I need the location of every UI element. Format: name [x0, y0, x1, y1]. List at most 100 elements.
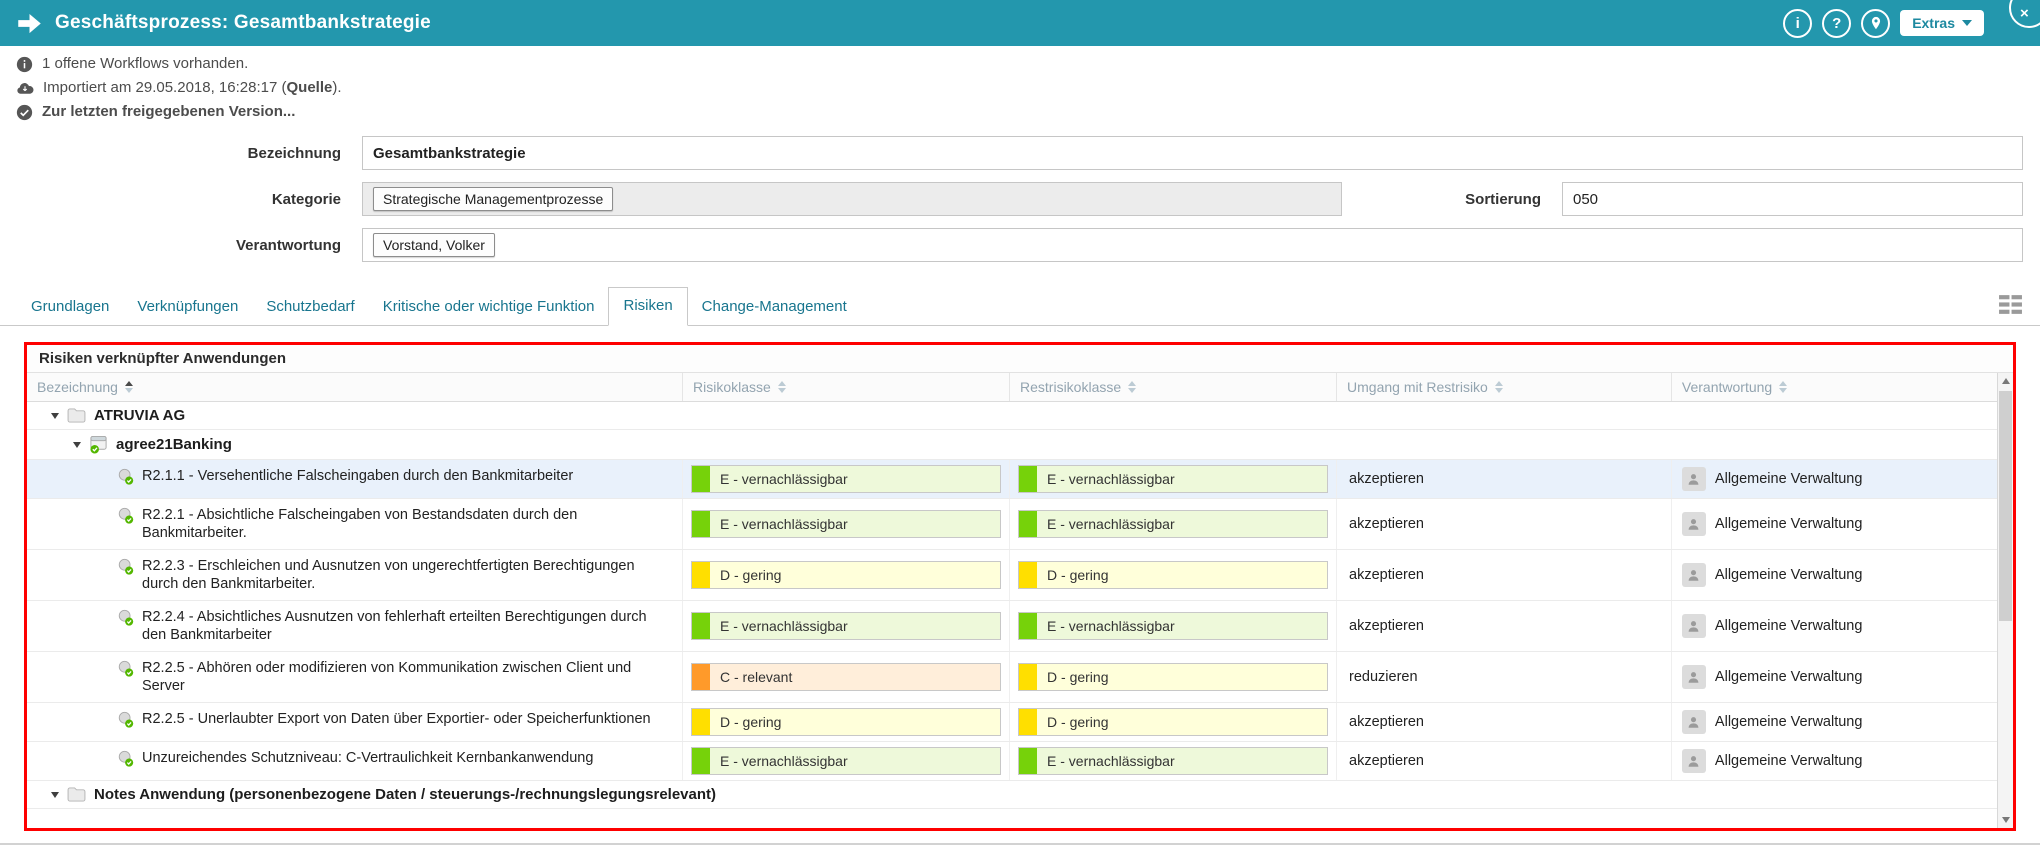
sortierung-value: 050: [1573, 191, 1598, 208]
sort-icons[interactable]: [125, 381, 133, 393]
risk-name-cell: R2.1.1 - Versehentliche Falscheingaben d…: [27, 460, 683, 498]
person-icon: [1682, 614, 1706, 638]
close-button[interactable]: ×: [2009, 0, 2040, 28]
risk-class-chip: C - relevant: [691, 663, 1001, 691]
kategorie-tag[interactable]: Strategische Managementprozesse: [373, 187, 613, 211]
tab-verknuepfungen[interactable]: Verknüpfungen: [123, 289, 252, 325]
residual-class-swatch: [1019, 748, 1037, 774]
collapse-caret-icon[interactable]: [73, 442, 81, 448]
sort-icons[interactable]: [1779, 381, 1787, 393]
kategorie-field[interactable]: Strategische Managementprozesse: [362, 182, 1342, 216]
risk-class-label: E - vernachlässigbar: [710, 618, 848, 634]
tree-group-row[interactable]: ATRUVIA AG: [27, 402, 1997, 430]
handling-cell: akzeptieren: [1337, 460, 1672, 498]
residual-class-cell: E - vernachlässigbar: [1010, 460, 1337, 498]
handling-cell: akzeptieren: [1337, 499, 1672, 549]
import-source-link[interactable]: Quelle: [286, 79, 332, 96]
residual-class-chip: D - gering: [1018, 663, 1328, 691]
sort-icons[interactable]: [1495, 381, 1503, 393]
risk-class-cell: E - vernachlässigbar: [683, 742, 1010, 780]
column-label: Risikoklasse: [693, 379, 771, 395]
residual-class-label: E - vernachlässigbar: [1037, 618, 1175, 634]
residual-class-chip: E - vernachlässigbar: [1018, 747, 1328, 775]
scroll-down-button[interactable]: [1998, 812, 2013, 828]
risk-row[interactable]: R2.2.4 - Absichtliches Ausnutzen von feh…: [27, 601, 1997, 652]
risk-row[interactable]: Unzureichendes Schutzniveau: C-Vertrauli…: [27, 742, 1997, 781]
risk-class-cell: E - vernachlässigbar: [683, 499, 1010, 549]
risk-class-swatch: [692, 664, 710, 690]
import-cloud-icon: [16, 81, 34, 96]
risk-class-chip: E - vernachlässigbar: [691, 747, 1001, 775]
person-icon: [1682, 710, 1706, 734]
verantwortung-tag[interactable]: Vorstand, Volker: [373, 233, 495, 257]
scrollbar-thumb[interactable]: [1999, 391, 2012, 621]
tab-risiken[interactable]: Risiken: [608, 287, 687, 326]
residual-class-swatch: [1019, 562, 1037, 588]
tab-schutzbedarf[interactable]: Schutzbedarf: [252, 289, 368, 325]
responsible-cell: Allgemeine Verwaltung: [1672, 652, 1997, 702]
risk-row[interactable]: R2.2.5 - Abhören oder modifizieren von K…: [27, 652, 1997, 703]
workflow-notice-text: 1 offene Workflows vorhanden.: [42, 54, 248, 74]
hint-pin-button[interactable]: [1861, 9, 1890, 38]
column-header-bezeichnung[interactable]: Bezeichnung: [27, 373, 683, 401]
handling-cell: reduzieren: [1337, 652, 1672, 702]
check-circle-icon: [16, 104, 33, 121]
risk-table-header: Bezeichnung Risikoklasse Restrisikoklass…: [27, 373, 1997, 402]
tab-kritische-funktion[interactable]: Kritische oder wichtige Funktion: [369, 289, 609, 325]
responsible-cell: Allgemeine Verwaltung: [1672, 703, 1997, 741]
scroll-up-button[interactable]: [1998, 373, 2013, 389]
sortierung-field[interactable]: 050: [1562, 182, 2023, 216]
process-form: Bezeichnung Gesamtbankstrategie Kategori…: [0, 126, 2040, 274]
column-header-umgang[interactable]: Umgang mit Restrisiko: [1337, 373, 1672, 401]
app-window: Geschäftsprozess: Gesamtbankstrategie i …: [0, 0, 2040, 850]
risk-row[interactable]: R2.2.5 - Unerlaubter Export von Daten üb…: [27, 703, 1997, 742]
residual-class-swatch: [1019, 613, 1037, 639]
risk-class-cell: E - vernachlässigbar: [683, 460, 1010, 498]
extras-button[interactable]: Extras: [1900, 10, 1984, 36]
responsible-label: Allgemeine Verwaltung: [1715, 567, 1863, 583]
risk-class-label: D - gering: [710, 567, 781, 583]
risk-class-label: D - gering: [710, 714, 781, 730]
folder-icon: [67, 787, 86, 802]
info-button[interactable]: i: [1783, 9, 1812, 38]
vertical-scrollbar[interactable]: [1997, 373, 2013, 828]
risk-class-swatch: [692, 709, 710, 735]
person-icon: [1682, 512, 1706, 536]
version-link[interactable]: Zur letzten freigegebenen Version...: [42, 102, 295, 122]
column-header-restrisikoklasse[interactable]: Restrisikoklasse: [1010, 373, 1337, 401]
sort-icons[interactable]: [1128, 381, 1136, 393]
residual-class-swatch: [1019, 664, 1037, 690]
risk-check-icon: [117, 609, 135, 627]
residual-class-cell: E - vernachlässigbar: [1010, 742, 1337, 780]
tree-group-row[interactable]: agree21Banking: [27, 430, 1997, 460]
bezeichnung-value: Gesamtbankstrategie: [373, 145, 526, 162]
kategorie-label: Kategorie: [0, 191, 362, 208]
scroll-down-icon: [2002, 817, 2010, 823]
column-header-verantwortung[interactable]: Verantwortung: [1672, 373, 1997, 401]
sort-icons[interactable]: [778, 381, 786, 393]
bezeichnung-row: Bezeichnung Gesamtbankstrategie: [0, 136, 2023, 170]
help-button[interactable]: ?: [1822, 9, 1851, 38]
risk-row[interactable]: R2.2.3 - Erschleichen und Ausnutzen von …: [27, 550, 1997, 601]
verantwortung-field[interactable]: Vorstand, Volker: [362, 228, 2023, 262]
handling-label: reduzieren: [1349, 669, 1418, 685]
risk-class-swatch: [692, 748, 710, 774]
app-header: Geschäftsprozess: Gesamtbankstrategie i …: [0, 0, 2040, 46]
risk-class-chip: E - vernachlässigbar: [691, 510, 1001, 538]
app-icon: [89, 435, 108, 454]
risk-class-chip: E - vernachlässigbar: [691, 465, 1001, 493]
risk-row[interactable]: R2.2.1 - Absichtliche Falscheingaben von…: [27, 499, 1997, 550]
risk-table-body: ATRUVIA AG agree21Banking R2.1.1 - Verse…: [27, 402, 1997, 828]
layout-grid-button[interactable]: [1998, 294, 2023, 315]
residual-class-swatch: [1019, 466, 1037, 492]
residual-class-cell: E - vernachlässigbar: [1010, 601, 1337, 651]
collapse-caret-icon[interactable]: [51, 413, 59, 419]
tree-group-row[interactable]: Notes Anwendung (personenbezogene Daten …: [27, 781, 1997, 809]
column-header-risikoklasse[interactable]: Risikoklasse: [683, 373, 1010, 401]
bezeichnung-field[interactable]: Gesamtbankstrategie: [362, 136, 2023, 170]
collapse-caret-icon[interactable]: [51, 792, 59, 798]
tab-grundlagen[interactable]: Grundlagen: [17, 289, 123, 325]
risk-class-swatch: [692, 613, 710, 639]
tab-change-management[interactable]: Change-Management: [688, 289, 861, 325]
risk-row[interactable]: R2.1.1 - Versehentliche Falscheingaben d…: [27, 460, 1997, 499]
